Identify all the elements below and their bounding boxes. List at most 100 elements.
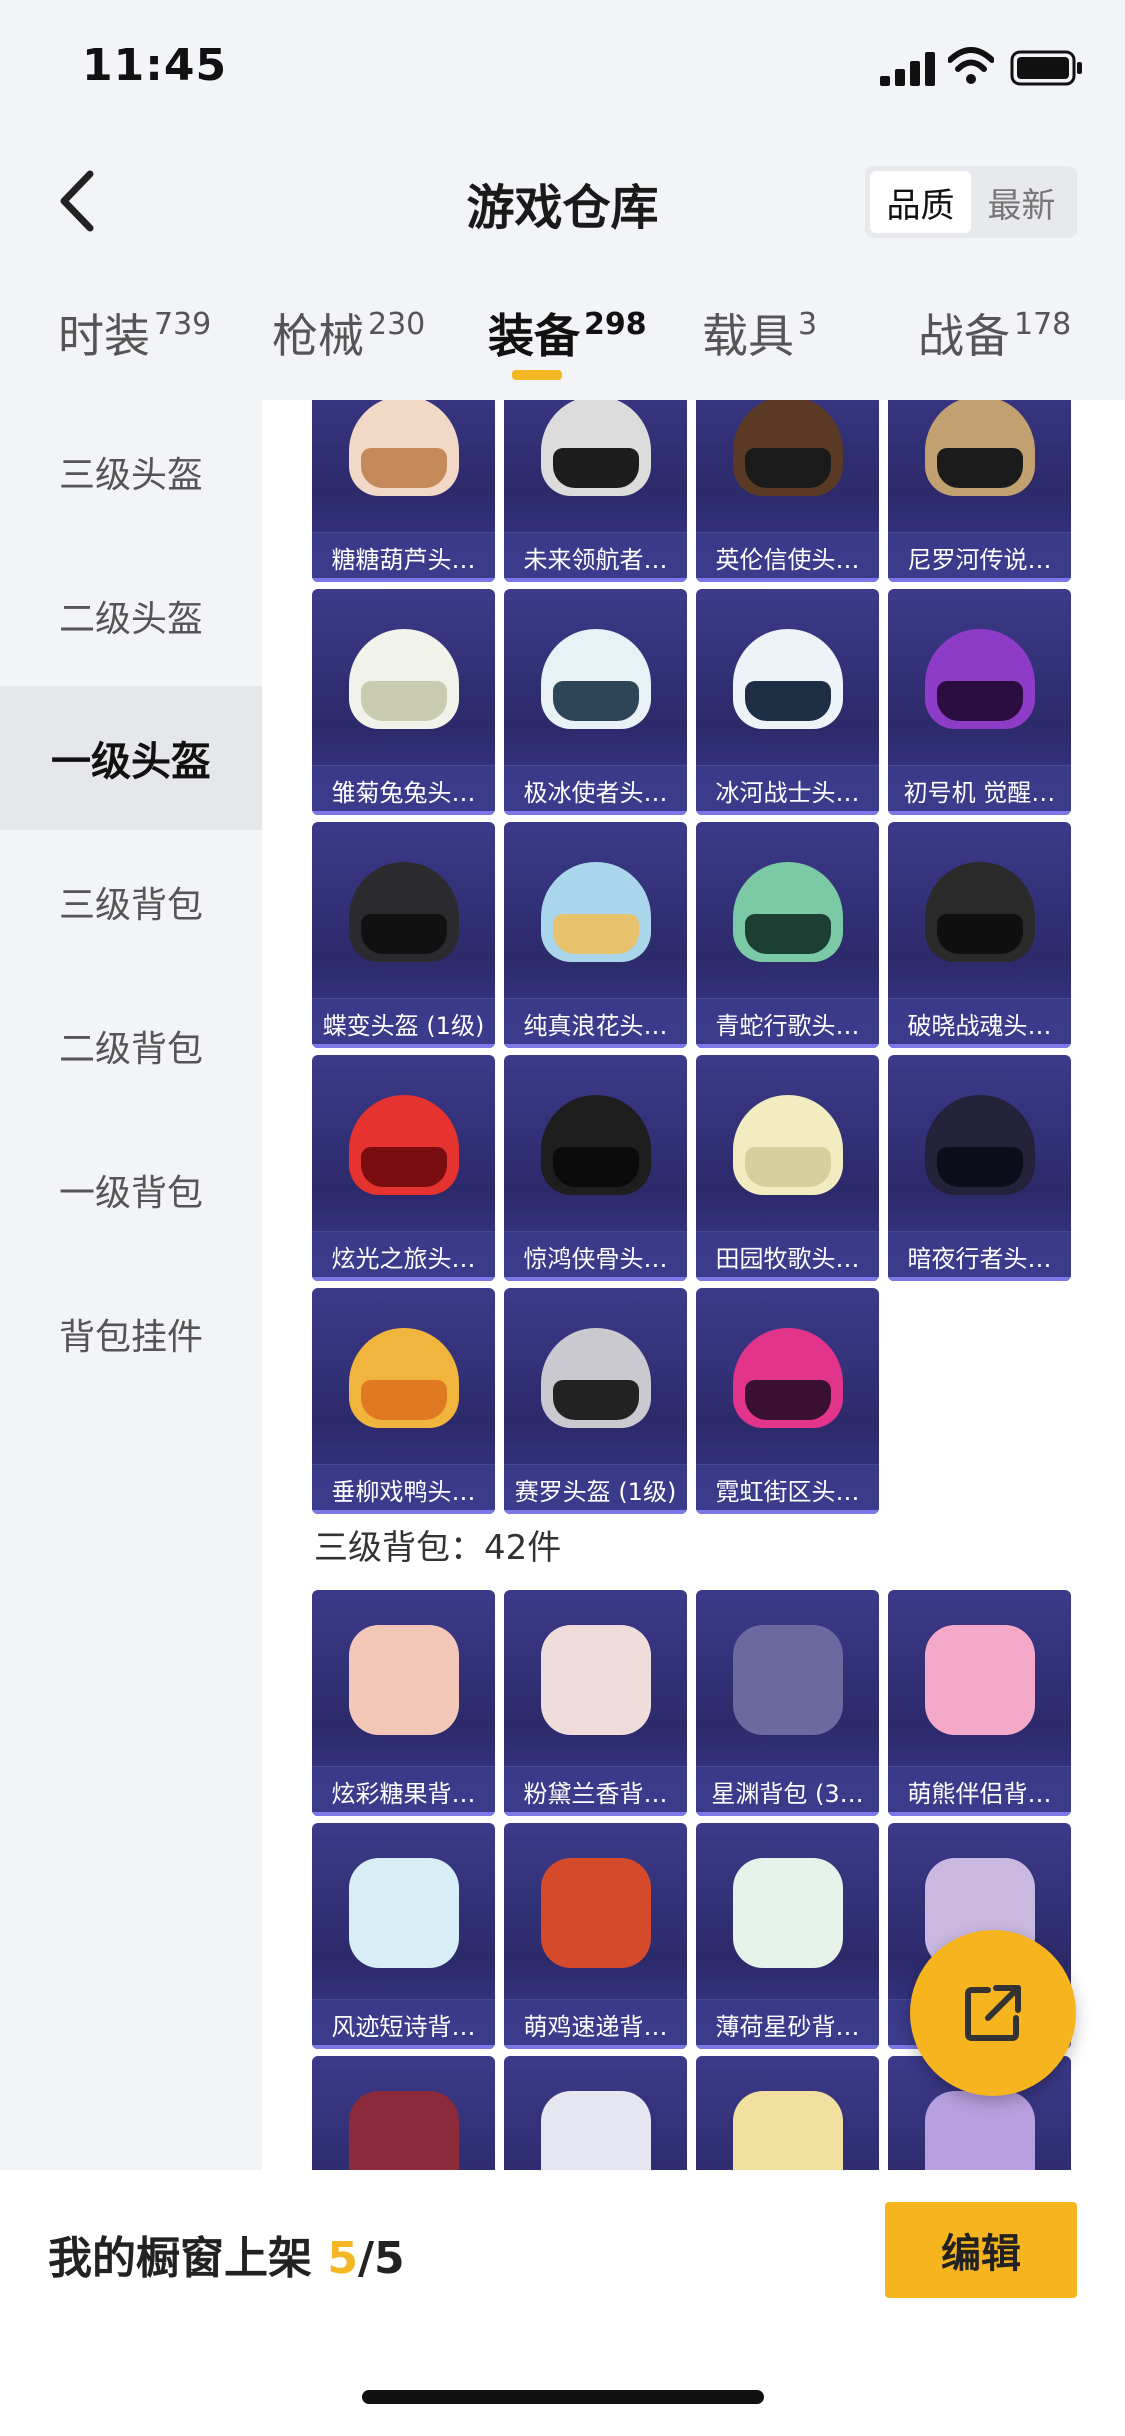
helmet-name: 糖糖葫芦头…	[312, 532, 495, 582]
tab-gear[interactable]: 战备 178	[918, 300, 1071, 366]
card-accent	[696, 1044, 879, 1048]
showcase-total: /5	[357, 2233, 405, 2284]
helmet-image	[312, 822, 495, 1002]
tab-fashion[interactable]: 时装 739	[58, 300, 211, 366]
card-accent	[888, 578, 1071, 582]
card-accent	[696, 1812, 879, 1816]
helmet-card[interactable]: 赛罗头盔 (1级)	[504, 1288, 687, 1514]
helmet-card[interactable]: 纯真浪花头…	[504, 822, 687, 1048]
helmet-name: 未来领航者…	[504, 532, 687, 582]
sidebar-item-lv3-helmet[interactable]: 三级头盔	[0, 400, 262, 544]
bag-name: 粉黛兰香背…	[504, 1766, 687, 1816]
card-accent	[312, 811, 495, 815]
card-accent	[312, 578, 495, 582]
helmet-card[interactable]: 惊鸿侠骨头…	[504, 1055, 687, 1281]
helmet-card[interactable]: 冰河战士头…	[696, 589, 879, 815]
bag-card[interactable]: 风迹短诗背…	[312, 1823, 495, 2049]
bag-image	[888, 1590, 1071, 1770]
tab-label: 装备	[488, 309, 580, 363]
helmet-card[interactable]: 霓虹街区头…	[696, 1288, 879, 1514]
helmet-name: 初号机 觉醒…	[888, 765, 1071, 815]
bag-card[interactable]: 粉黛兰香背…	[504, 1590, 687, 1816]
helmet-name: 英伦信使头…	[696, 532, 879, 582]
sidebar-item-lv3-backpack[interactable]: 三级背包	[0, 830, 262, 974]
tab-label: 载具	[702, 309, 794, 363]
wifi-icon	[948, 47, 994, 84]
showcase-caption: 我的橱窗上架 5/5	[48, 2222, 405, 2286]
helmet-image	[888, 822, 1071, 1002]
sidebar-item-lv1-helmet[interactable]: 一级头盔	[0, 686, 262, 830]
helmet-name: 纯真浪花头…	[504, 998, 687, 1048]
helmet-card[interactable]: 糖糖葫芦头…	[312, 400, 495, 582]
bag-image	[696, 1590, 879, 1770]
sidebar-item-lv1-backpack[interactable]: 一级背包	[0, 1118, 262, 1262]
helmet-name: 炫光之旅头…	[312, 1231, 495, 1281]
bag-card[interactable]	[696, 2056, 879, 2170]
item-grid: 三级背包：42件 糖糖葫芦头… 未来领航者… 英伦信使头… 尼罗河传说… 雏菊兔兔头… 极…	[262, 400, 1125, 2170]
helmet-name: 破晓战魂头…	[888, 998, 1071, 1048]
bag-name: 炫彩糖果背…	[312, 1766, 495, 1816]
tab-count: 298	[584, 307, 647, 342]
card-accent	[888, 1812, 1071, 1816]
sidebar-item-lv2-helmet[interactable]: 二级头盔	[0, 544, 262, 688]
bag-card[interactable]	[312, 2056, 495, 2170]
tab-guns[interactable]: 枪械 230	[272, 300, 425, 366]
tab-count: 230	[368, 307, 426, 342]
card-accent	[504, 1510, 687, 1514]
tab-vehicles[interactable]: 载具 3	[702, 300, 817, 366]
card-accent	[504, 1812, 687, 1816]
helmet-image	[696, 1055, 879, 1235]
sort-quality-button[interactable]: 品质	[870, 171, 971, 233]
card-accent	[888, 811, 1071, 815]
sort-toggle[interactable]: 品质 最新	[865, 166, 1077, 238]
bag-image	[312, 1823, 495, 2003]
helmet-card[interactable]: 破晓战魂头…	[888, 822, 1071, 1048]
helmet-card[interactable]: 尼罗河传说…	[888, 400, 1071, 582]
bag-card[interactable]: 炫彩糖果背…	[312, 1590, 495, 1816]
helmet-card[interactable]: 英伦信使头…	[696, 400, 879, 582]
helmet-card[interactable]: 青蛇行歌头…	[696, 822, 879, 1048]
helmet-image	[696, 400, 879, 536]
bag-card[interactable]: 萌鸡速递背…	[504, 1823, 687, 2049]
helmet-card[interactable]: 炫光之旅头…	[312, 1055, 495, 1281]
bag-name: 萌熊伴侣背…	[888, 1766, 1071, 1816]
card-accent	[888, 1277, 1071, 1281]
bag-image	[312, 2056, 495, 2170]
helmet-image	[312, 1055, 495, 1235]
tab-count: 178	[1014, 307, 1072, 342]
card-accent	[888, 1044, 1071, 1048]
bag-image	[504, 1823, 687, 2003]
helmet-image	[888, 400, 1071, 536]
sidebar-item-backpack-charm[interactable]: 背包挂件	[0, 1262, 262, 1406]
helmet-image	[504, 1055, 687, 1235]
helmet-card[interactable]: 田园牧歌头…	[696, 1055, 879, 1281]
helmet-card[interactable]: 垂柳戏鸭头…	[312, 1288, 495, 1514]
tab-equipment[interactable]: 装备 298	[488, 300, 647, 366]
helmet-card[interactable]: 初号机 觉醒…	[888, 589, 1071, 815]
helmet-name: 青蛇行歌头…	[696, 998, 879, 1048]
helmet-image	[504, 1288, 687, 1468]
battery-icon	[1010, 50, 1082, 86]
helmet-name: 暗夜行者头…	[888, 1231, 1071, 1281]
helmet-card[interactable]: 未来领航者…	[504, 400, 687, 582]
helmet-card[interactable]: 暗夜行者头…	[888, 1055, 1071, 1281]
bag-card[interactable]: 萌熊伴侣背…	[888, 1590, 1071, 1816]
share-button[interactable]	[910, 1930, 1076, 2096]
sidebar-item-lv2-backpack[interactable]: 二级背包	[0, 974, 262, 1118]
active-tab-indicator	[512, 370, 562, 380]
edit-button[interactable]: 编辑	[885, 2202, 1077, 2298]
helmet-card[interactable]: 雏菊兔兔头…	[312, 589, 495, 815]
bag-card[interactable]	[504, 2056, 687, 2170]
helmet-name: 赛罗头盔 (1级)	[504, 1464, 687, 1514]
share-icon	[965, 1985, 1021, 2041]
bag-card[interactable]: 薄荷星砂背…	[696, 1823, 879, 2049]
tab-count: 3	[798, 307, 818, 342]
bag-image	[504, 1590, 687, 1770]
bag-card[interactable]: 星渊背包 (3…	[696, 1590, 879, 1816]
bag-image	[312, 1590, 495, 1770]
helmet-card[interactable]: 蝶变头盔 (1级)	[312, 822, 495, 1048]
tab-count: 739	[154, 307, 212, 342]
helmet-card[interactable]: 极冰使者头…	[504, 589, 687, 815]
tab-label: 枪械	[272, 309, 364, 363]
sort-latest-button[interactable]: 最新	[971, 171, 1072, 233]
